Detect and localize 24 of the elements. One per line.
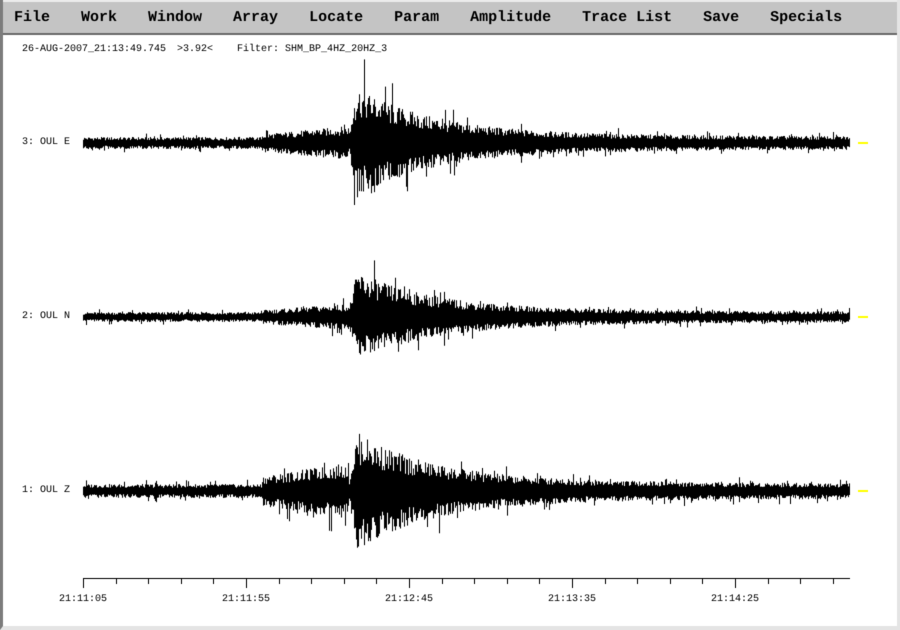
- filter-text: Filter: SHM_BP_4HZ_20HZ_3: [237, 44, 388, 56]
- time-label: 21:14:25: [711, 594, 759, 605]
- menu-item[interactable]: Locate: [309, 8, 364, 26]
- menu-item[interactable]: Specials: [770, 8, 842, 26]
- dash-marker-icon: [858, 142, 868, 144]
- amplitude-value: >3.92<: [177, 44, 214, 56]
- menu-item[interactable]: File: [14, 8, 50, 26]
- menu-item[interactable]: Array: [233, 8, 278, 26]
- dash-marker-icon: [858, 490, 868, 492]
- time-label: 21:11:55: [222, 594, 270, 605]
- menu-item[interactable]: Param: [394, 8, 440, 26]
- trace-label: 3: OUL E: [22, 137, 70, 149]
- time-label: 21:11:05: [59, 594, 107, 605]
- trace-label: 1: OUL Z: [22, 485, 70, 497]
- menu-item[interactable]: Window: [148, 8, 202, 26]
- menu-item[interactable]: Save: [703, 8, 740, 26]
- time-label: 21:13:35: [548, 594, 596, 605]
- menu-item[interactable]: Trace List: [582, 8, 672, 26]
- dash-marker-icon: [858, 316, 868, 318]
- timestamp-text: 26-AUG-2007_21:13:49.745: [22, 44, 166, 56]
- trace-label: 2: OUL N: [22, 311, 70, 323]
- time-label: 21:12:45: [385, 594, 433, 605]
- menu-item[interactable]: Amplitude: [470, 8, 552, 26]
- menu-item[interactable]: Work: [81, 8, 118, 26]
